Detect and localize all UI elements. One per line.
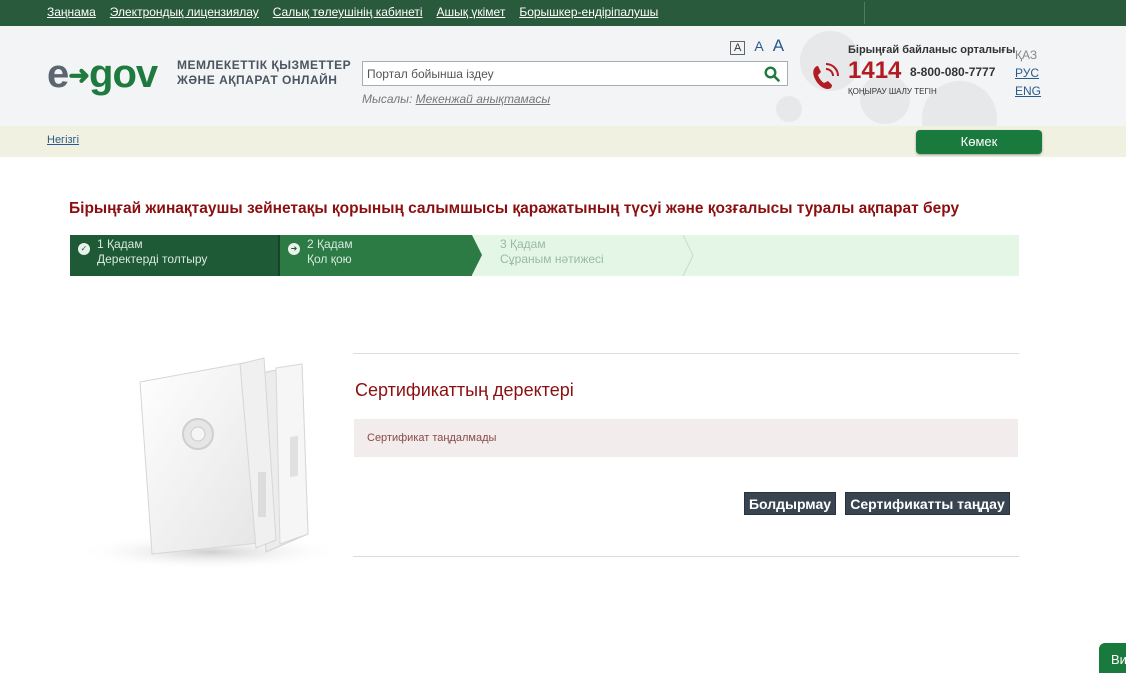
step-1-number: 1 Қадам <box>97 237 143 251</box>
top-nav-link-debtor[interactable]: Борышкер-ендіріпалушы <box>519 5 658 19</box>
contact-center-number: 1414 <box>848 57 902 84</box>
certificate-panel-top-divider <box>353 353 1019 354</box>
step-2-arrow <box>472 235 482 275</box>
top-nav-link-e-licensing[interactable]: Электрондық лицензиялау <box>110 5 259 19</box>
top-bar-divider <box>864 2 865 24</box>
font-size-medium-button[interactable]: A <box>754 38 763 54</box>
top-nav-link-legislation[interactable]: Заңнама <box>47 5 96 19</box>
step-1-divider <box>278 235 280 276</box>
breadcrumb-home-link[interactable]: Негізгі <box>47 134 79 146</box>
language-kazakh-current: ҚАЗ <box>1015 48 1038 62</box>
help-button[interactable]: Көмек <box>916 130 1042 154</box>
search-example: Мысалы: Мекенжай анықтамасы <box>362 92 550 106</box>
certificate-panel-bottom-divider <box>353 556 1019 557</box>
step-2-name: Қол қою <box>307 252 352 266</box>
font-size-large-button[interactable]: A <box>773 36 784 56</box>
step-3: 3 Қадам Сұраным нәтижесі <box>472 235 694 276</box>
step-2-status-icon: ➜ <box>288 243 300 255</box>
logo-arrow-icon: ➜ <box>68 60 90 90</box>
contact-free-call-note: ҚОҢЫРАУ ШАЛУ ТЕГІН <box>848 87 937 96</box>
top-nav-links: Заңнама Электрондық лицензиялау Салық тө… <box>47 5 658 19</box>
language-english-link[interactable]: ENG <box>1015 84 1041 98</box>
top-nav-link-taxpayer-cabinet[interactable]: Салық төлеушінің кабинеті <box>273 5 423 19</box>
tagline-line-2: ЖӘНЕ АҚПАРАТ ОНЛАЙН <box>177 73 338 87</box>
search-box <box>362 61 788 86</box>
step-2-number: 2 Қадам <box>307 237 353 251</box>
step-1: ✓ 1 Қадам Деректерді толтыру <box>70 235 280 276</box>
search-example-label: Мысалы: <box>362 92 413 106</box>
language-russian-link[interactable]: РУС <box>1015 66 1041 80</box>
phone-icon <box>813 63 839 89</box>
certificate-status-message: Сертификат таңдалмады <box>354 419 1018 457</box>
document-folders-illustration <box>80 357 345 570</box>
page-title: Бірыңғай жинақтаушы зейнетақы қорының са… <box>69 200 960 217</box>
site-tagline: МЕМЛЕКЕТТІК ҚЫЗМЕТТЕР ЖӘНЕ АҚПАРАТ ОНЛАЙ… <box>177 58 351 88</box>
breadcrumb-bar: Негізгі Көмек <box>0 126 1126 157</box>
corner-widget-button[interactable]: Ви <box>1099 643 1126 673</box>
step-1-name: Деректерді толтыру <box>97 252 208 266</box>
step-1-check-icon: ✓ <box>78 243 90 255</box>
select-certificate-button[interactable]: Сертификатты таңдау <box>845 492 1010 515</box>
language-switcher: ҚАЗ РУС ENG <box>1015 48 1041 98</box>
cancel-button[interactable]: Болдырмау <box>744 492 836 515</box>
search-example-link[interactable]: Мекенжай анықтамасы <box>416 92 551 106</box>
top-navigation-bar: Заңнама Электрондық лицензиялау Салық тө… <box>0 0 1126 26</box>
tagline-line-1: МЕМЛЕКЕТТІК ҚЫЗМЕТТЕР <box>177 58 352 72</box>
certificate-title: Сертификаттың деректері <box>355 380 574 400</box>
step-separator-chevron-icon <box>682 235 694 276</box>
step-3-number: 3 Қадам <box>500 237 546 251</box>
top-nav-link-open-government[interactable]: Ашық үкімет <box>437 5 506 19</box>
progress-steps: 3 Қадам Сұраным нәтижесі ➜ 2 Қадам Қол қ… <box>70 235 1019 276</box>
font-size-small-button[interactable]: A <box>730 41 746 55</box>
search-input[interactable] <box>367 65 757 82</box>
font-size-switcher: A A A <box>730 36 784 56</box>
logo-e: e <box>47 52 69 96</box>
site-header: e➜gov МЕМЛЕКЕТТІК ҚЫЗМЕТТЕР ЖӘНЕ АҚПАРАТ… <box>0 26 1126 126</box>
step-2: ➜ 2 Қадам Қол қою <box>280 235 482 276</box>
contact-center-title: Бірыңғай байланыс орталығы <box>848 44 1016 56</box>
contact-alt-number: 8-800-080-7777 <box>910 65 996 79</box>
search-icon[interactable] <box>764 66 780 82</box>
step-3-name: Сұраным нәтижесі <box>500 252 604 266</box>
egov-logo[interactable]: e➜gov <box>47 52 158 98</box>
logo-gov: gov <box>89 52 158 96</box>
header-background-decoration <box>776 96 802 122</box>
